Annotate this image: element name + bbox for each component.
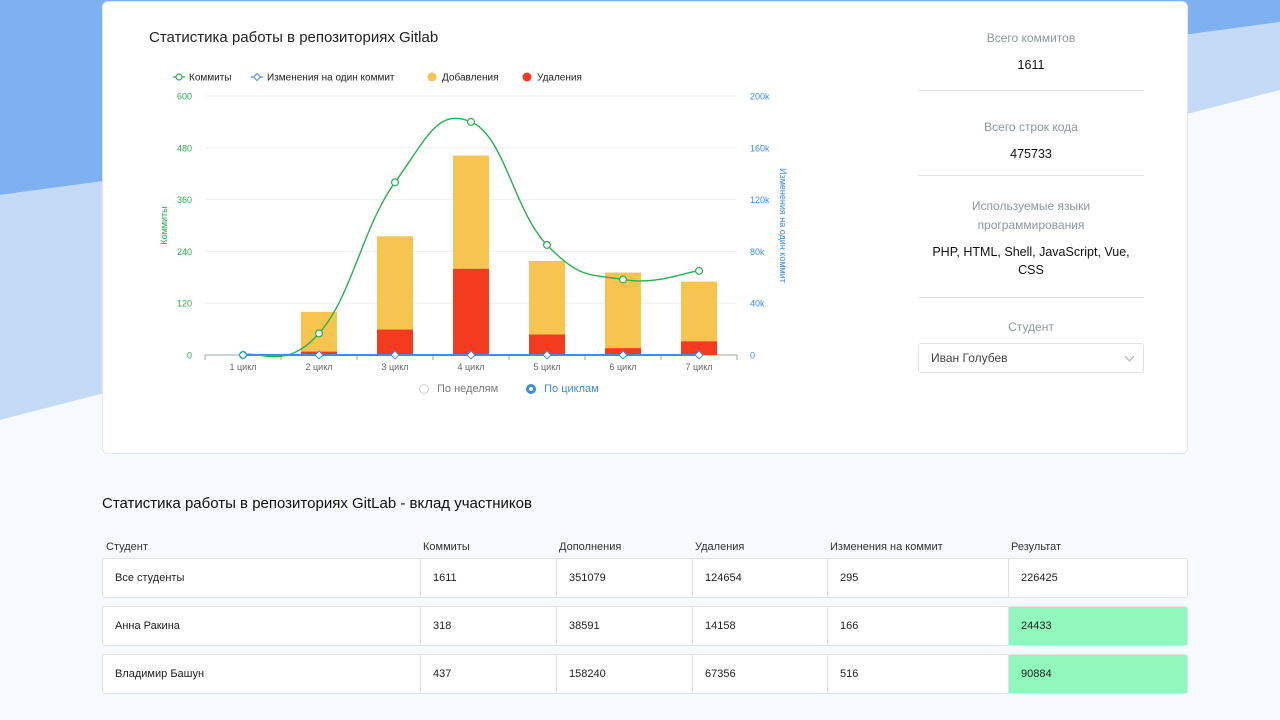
cell-per-commit: 295 [827,559,1008,597]
summary-panel: Всего коммитов 1611 Всего строк кода 475… [918,2,1144,373]
table-header: Студент Коммиты Дополнения Удаления Изме… [102,536,1188,558]
bar-additions [377,236,413,330]
total-commits-value: 1611 [1017,58,1045,72]
y-tick-label-left: 480 [177,143,192,153]
total-lines-value: 475733 [1010,147,1052,161]
chart-card: Статистика работы в репозиториях Gitlab … [102,1,1188,454]
bar-additions [453,155,489,269]
legend-additions-label: Добавления [442,72,499,84]
point-commits [391,178,400,187]
point-commits [694,266,703,275]
bar-deletions [453,268,489,355]
y-tick-label-right: 0 [750,351,755,361]
x-tick-label: 7 цикл [686,362,713,372]
radio-weeks-dot[interactable] [419,384,429,394]
cell-per-commit: 166 [827,607,1008,645]
cell-student: Анна Ракина [115,620,180,632]
student-select[interactable]: Иван Голубев [918,343,1144,373]
table-row[interactable]: Все студенты 1611 351079 124654 295 226425 [102,558,1188,598]
table-body: Все студенты 1611 351079 124654 295 226425 Анн… [102,558,1188,694]
y-tick-label-left: 120 [177,299,192,309]
y-axis-title-right: Изменения на один коммит [778,168,788,283]
table-row[interactable]: Владимир Башун 437 158240 67356 516 90884 [102,654,1188,694]
cell-student: Владимир Башун [115,668,205,680]
y-tick-label-right: 40k [750,299,765,309]
cell-additions: 158240 [556,655,692,693]
cell-result: 90884 [1008,655,1187,693]
x-tick-label: 2 цикл [306,362,333,372]
x-tick-label: 6 цикл [610,362,637,372]
bar-additions [529,260,565,335]
cell-per-commit: 516 [827,655,1008,693]
radio-cycles-label: По циклам [544,383,599,395]
cell-result: 24433 [1008,607,1187,645]
legend-deletions-label: Удаления [537,73,582,84]
cell-deletions: 67356 [692,655,827,693]
cell-commits: 318 [420,607,556,645]
legend-deletions-marker [522,72,532,82]
languages-stat: Используемые языки программирования PHP,… [918,176,1144,298]
radio-cycles[interactable]: По циклам [526,383,599,395]
point-commits [467,117,476,126]
total-commits-label: Всего коммитов [986,31,1076,45]
total-lines-label: Всего строк кода [984,120,1078,134]
cell-additions: 351079 [556,559,692,597]
radio-weeks-label: По неделям [437,383,499,395]
chevron-down-icon [1124,351,1135,361]
point-commits [618,275,627,284]
y-tick-label-left: 240 [177,247,192,257]
y-tick-label-right: 160k [750,143,770,153]
x-tick-label: 5 цикл [534,362,561,372]
cell-student: Все студенты [115,572,185,584]
total-commits-stat: Всего коммитов 1611 [918,2,1144,91]
contrib-title: Статистика работы в репозиториях GitLab … [102,495,532,512]
table-row[interactable]: Анна Ракина 318 38591 14158 166 24433 [102,606,1188,646]
y-tick-label-left: 0 [187,351,192,361]
col-header-per-commit: Изменения на коммит [830,541,943,553]
bar-additions [681,281,717,342]
radio-weeks[interactable]: По неделям [419,383,498,395]
col-header-result: Результат [1011,541,1062,553]
legend-commits-label: Коммиты [189,73,232,84]
legend-commits-marker [175,73,183,81]
cell-commits: 437 [420,655,556,693]
student-label: Студент [1008,320,1054,334]
point-commits [543,240,552,249]
x-tick-label: 3 цикл [382,362,409,372]
col-header-deletions: Удаления [695,541,745,553]
y-tick-label-right: 80k [750,247,765,257]
languages-label: Используемые языки программирования [971,199,1091,232]
contrib-table: Студент Коммиты Дополнения Удаления Изме… [102,536,1188,702]
y-tick-label-right: 120k [750,195,770,205]
cell-result: 226425 [1008,559,1187,597]
y-tick-label-right: 200k [750,92,770,102]
student-select-value: Иван Голубев [931,351,1008,365]
cell-additions: 38591 [556,607,692,645]
legend-additions-marker [427,72,437,82]
y-axis-title-left: Коммиты [159,206,169,244]
cell-commits: 1611 [420,559,556,597]
col-header-commits: Коммиты [423,541,470,553]
cell-deletions: 14158 [692,607,827,645]
languages-value: PHP, HTML, Shell, JavaScript, Vue, CSS [932,245,1130,277]
x-tick-label: 4 цикл [458,362,485,372]
x-tick-label: 1 цикл [230,362,257,372]
y-tick-label-left: 600 [177,92,192,102]
total-lines-stat: Всего строк кода 475733 [918,91,1144,176]
bar-additions [605,272,641,349]
legend-per-commit-marker [252,72,262,82]
y-tick-label-left: 360 [177,195,192,205]
view-toggle: По неделям По циклам [419,383,599,395]
cell-deletions: 124654 [692,559,827,597]
col-header-additions: Дополнения [559,541,622,553]
radio-cycles-dot[interactable] [526,384,537,394]
point-commits [315,329,324,338]
legend-per-commit-label: Изменения на один коммит [267,73,395,84]
col-header-student: Студент [106,541,148,553]
